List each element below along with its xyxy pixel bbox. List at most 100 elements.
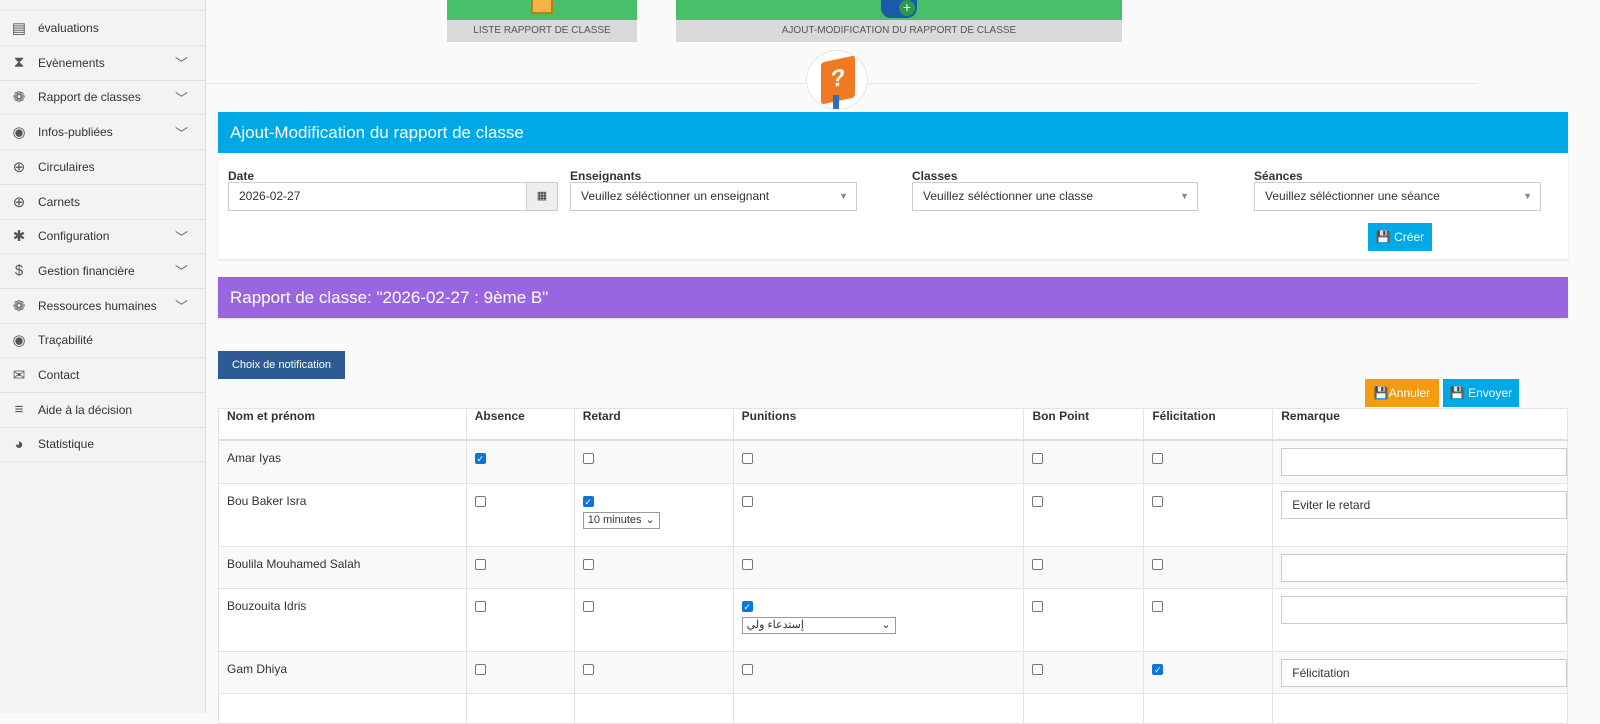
remark-input[interactable]: Eviter le retard: [1281, 491, 1567, 519]
caret-down-icon: ▼: [1523, 191, 1532, 201]
tile-list-report[interactable]: LISTE RAPPORT DE CLASSE: [447, 0, 637, 42]
sidebar-item-partial[interactable]: [0, 0, 205, 11]
sidebar-item[interactable]: ⧗ Evènements ﹀: [0, 46, 205, 81]
sidebar-item[interactable]: ▤ évaluations: [0, 11, 205, 46]
absence-checkbox[interactable]: [474, 664, 486, 676]
caret-down-icon: ▼: [1180, 191, 1189, 201]
felicitation-checkbox[interactable]: [1152, 496, 1164, 508]
sidebar-item[interactable]: ◕ Statistique: [0, 427, 205, 463]
sidebar-item-label: Infos-publiées: [38, 125, 113, 140]
retard-checkbox[interactable]: [582, 664, 594, 676]
retard-select[interactable]: 10 minutes ⌄: [582, 512, 660, 529]
chevron-down-icon[interactable]: ﹀: [175, 53, 205, 72]
punition-checkbox[interactable]: [741, 664, 753, 676]
absence-checkbox[interactable]: [474, 559, 486, 571]
punition-checkbox[interactable]: [741, 452, 753, 464]
punition-checkbox[interactable]: [741, 559, 753, 571]
column-header: Nom et prénom: [218, 408, 467, 441]
felicitation-checkbox[interactable]: [1152, 559, 1164, 571]
cubes-icon: ❁: [12, 297, 26, 315]
eye-icon: ◉: [12, 124, 26, 142]
sidebar-item[interactable]: ❁ Rapport de classes ﹀: [0, 80, 205, 116]
sidebar-item[interactable]: ⊕ Carnets: [0, 185, 205, 220]
date-label: Date: [228, 169, 255, 183]
column-header: Retard: [573, 408, 734, 441]
remark-input[interactable]: [1281, 596, 1567, 624]
punition-checkbox[interactable]: [741, 496, 753, 508]
envelope-icon: ✉: [12, 367, 26, 384]
date-input[interactable]: 2026-02-27 ▦: [228, 182, 558, 211]
list-icon: [531, 0, 553, 14]
form-title: Ajout-Modification du rapport de classe: [218, 112, 1568, 153]
teachers-select[interactable]: Veuillez séléctionner un enseignant ▼: [570, 182, 857, 211]
sidebar-item-label: évaluations: [38, 21, 99, 35]
send-button[interactable]: 💾 Envoyer: [1443, 379, 1519, 407]
retard-checkbox[interactable]: ✓: [582, 496, 594, 508]
sidebar-item[interactable]: ⊕ Circulaires: [0, 150, 205, 185]
retard-checkbox[interactable]: [582, 601, 594, 613]
student-name: Bou Baker Isra: [218, 483, 467, 547]
remark-input[interactable]: [1281, 447, 1567, 476]
table-row: Gam Dhiya ✓ Félicitation: [218, 651, 1568, 694]
sidebar-item[interactable]: ◉ Traçabilité: [0, 323, 205, 359]
chevron-down-icon[interactable]: ﹀: [175, 296, 205, 315]
sidebar-item-label: Aide à la décision: [38, 402, 133, 417]
dollar-icon: $: [14, 262, 24, 280]
create-button[interactable]: 💾 Créer: [1368, 223, 1432, 251]
bon-point-checkbox[interactable]: [1032, 664, 1044, 676]
sidebar-item[interactable]: ✱ Configuration ﹀: [0, 219, 205, 255]
column-header: Absence: [465, 408, 575, 441]
chevron-down-icon[interactable]: ﹀: [175, 261, 205, 280]
sidebar-item[interactable]: $ Gestion financière ﹀: [0, 254, 205, 289]
absence-checkbox[interactable]: [474, 496, 486, 508]
sidebar: ▤ évaluations ⧗ Evènements ﹀ ❁ Rapport de clas…: [0, 0, 206, 713]
chevron-down-icon: ⌄: [881, 619, 891, 631]
pie-chart-icon: ◕: [14, 435, 24, 453]
tile-label: LISTE RAPPORT DE CLASSE: [473, 25, 611, 36]
punition-value: إستدعاء ولي: [746, 619, 804, 631]
bon-point-checkbox[interactable]: [1032, 452, 1044, 464]
teachers-value: Veuillez séléctionner un enseignant: [581, 189, 770, 203]
report-header: Rapport de classe: "2026-02-27 : 9ème B": [218, 277, 1568, 318]
chevron-down-icon[interactable]: ﹀: [175, 123, 205, 142]
chevron-down-icon[interactable]: ﹀: [175, 88, 205, 107]
sidebar-item[interactable]: ✉ Contact: [0, 358, 205, 393]
calendar-icon[interactable]: ▦: [526, 183, 557, 210]
help-book-icon[interactable]: ?: [806, 50, 868, 110]
sessions-select[interactable]: Veuillez séléctionner une séance ▼: [1254, 182, 1541, 211]
table-row: Boulila Mouhamed Salah: [218, 546, 1568, 589]
remark-input[interactable]: Félicitation: [1281, 659, 1567, 687]
punition-checkbox[interactable]: ✓: [741, 601, 753, 613]
sidebar-item[interactable]: ≡ Aide à la décision: [0, 393, 205, 428]
cancel-button[interactable]: 💾Annuler: [1365, 379, 1439, 407]
report-title: Rapport de classe: "2026-02-27 : 9ème B": [218, 277, 1568, 318]
classes-select[interactable]: Veuillez séléctionner une classe ▼: [912, 182, 1198, 211]
sidebar-item-label: Contact: [38, 368, 80, 382]
add-icon: +: [881, 0, 917, 18]
tile-edit-report[interactable]: + AJOUT-MODIFICATION DU RAPPORT DE CLASS…: [676, 0, 1122, 42]
felicitation-checkbox[interactable]: [1152, 601, 1164, 613]
notification-choice-button[interactable]: Choix de notification: [218, 351, 345, 379]
absence-checkbox[interactable]: [474, 601, 486, 613]
column-header: Remarque: [1272, 408, 1568, 441]
retard-checkbox[interactable]: [582, 559, 594, 571]
felicitation-checkbox[interactable]: [1152, 452, 1164, 464]
gear-icon: ✱: [12, 228, 26, 246]
retard-value: 10 minutes: [587, 514, 642, 526]
sidebar-item[interactable]: ❁ Ressources humaines ﹀: [0, 289, 205, 324]
sidebar-item-label: Carnets: [38, 194, 81, 209]
chevron-down-icon[interactable]: ﹀: [175, 227, 205, 246]
felicitation-checkbox[interactable]: ✓: [1152, 664, 1164, 676]
table-row: [218, 693, 1568, 724]
bon-point-checkbox[interactable]: [1032, 559, 1044, 571]
absence-checkbox[interactable]: ✓: [474, 452, 486, 464]
sidebar-item[interactable]: ◉ Infos-publiées ﹀: [0, 115, 205, 151]
punition-select[interactable]: إستدعاء ولي ⌄: [741, 617, 896, 634]
sidebar-item-label: Gestion financière: [38, 263, 135, 278]
column-header: Punitions: [732, 408, 1025, 441]
retard-checkbox[interactable]: [582, 452, 594, 464]
bon-point-checkbox[interactable]: [1032, 496, 1044, 508]
remark-input[interactable]: [1281, 554, 1567, 582]
bon-point-checkbox[interactable]: [1032, 601, 1044, 613]
remark-value: Eviter le retard: [1292, 498, 1371, 512]
